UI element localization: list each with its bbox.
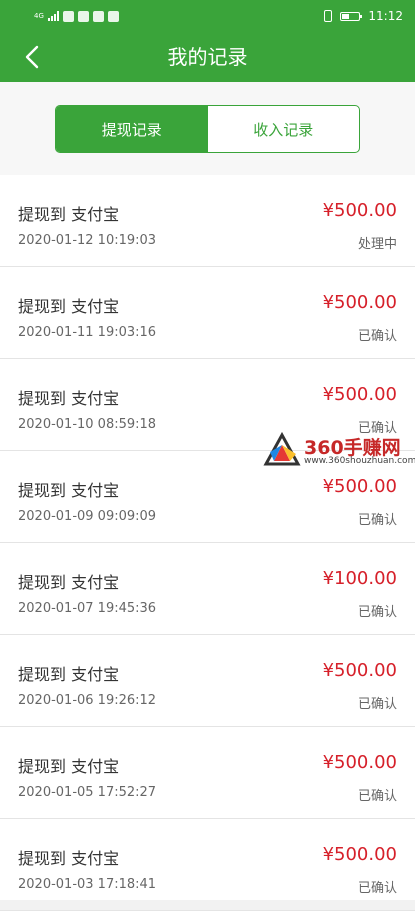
record-title: 提现到 支付宝 (18, 389, 120, 408)
list-item[interactable]: 提现到 支付宝 2020-01-12 10:19:03 ¥500.00 处理中 (0, 175, 415, 267)
record-time: 2020-01-11 19:03:16 (18, 325, 157, 340)
status-bar-right: 11:12 (324, 9, 403, 23)
record-title: 提现到 支付宝 (18, 573, 120, 592)
record-time: 2020-01-07 19:45:36 (18, 601, 157, 616)
vibrate-icon (324, 10, 333, 22)
list-item[interactable]: 提现到 支付宝 2020-01-07 19:45:36 ¥100.00 已确认 (0, 543, 415, 635)
record-status: 已确认 (357, 421, 397, 436)
record-status: 已确认 (357, 881, 397, 896)
record-status: 已确认 (357, 513, 397, 528)
record-title: 提现到 支付宝 (18, 757, 120, 776)
list-item[interactable]: 提现到 支付宝 2020-01-10 08:59:18 ¥500.00 已确认 (0, 359, 415, 451)
record-title: 提现到 支付宝 (18, 205, 120, 224)
record-status: 处理中 (357, 237, 397, 252)
record-amount: ¥100.00 (322, 568, 397, 589)
record-time: 2020-01-12 10:19:03 (18, 233, 157, 248)
list-item[interactable]: 提现到 支付宝 2020-01-05 17:52:27 ¥500.00 已确认 (0, 727, 415, 819)
segmented-tabs: 提现记录 收入记录 (55, 105, 360, 153)
record-amount: ¥500.00 (322, 844, 397, 865)
notification-app-icon (92, 10, 104, 22)
record-amount: ¥500.00 (322, 292, 397, 313)
list-item[interactable]: 提现到 支付宝 2020-01-03 17:18:41 ¥500.00 已确认 (0, 819, 415, 911)
tabs-area: 提现记录 收入记录 (0, 82, 415, 175)
record-time: 2020-01-10 08:59:18 (18, 417, 157, 432)
tab-income-records[interactable]: 收入记录 (208, 106, 360, 152)
record-status: 已确认 (357, 329, 397, 344)
page-title: 我的记录 (167, 45, 248, 69)
record-status: 已确认 (357, 697, 397, 712)
record-title: 提现到 支付宝 (18, 481, 120, 500)
record-amount: ¥500.00 (322, 660, 397, 681)
status-time: 11:12 (368, 9, 403, 23)
record-title: 提现到 支付宝 (18, 849, 120, 868)
record-status: 已确认 (357, 789, 397, 804)
record-amount: ¥500.00 (322, 384, 397, 405)
list-item[interactable]: 提现到 支付宝 2020-01-09 09:09:09 ¥500.00 已确认 (0, 451, 415, 543)
network-type-label: 4G (34, 12, 44, 20)
notification-app-icon (77, 10, 89, 22)
nav-bar: 我的记录 (0, 32, 415, 82)
status-bar: 4G 11:12 (0, 0, 415, 32)
record-title: 提现到 支付宝 (18, 665, 120, 684)
tab-withdraw-records[interactable]: 提现记录 (56, 106, 208, 152)
record-amount: ¥500.00 (322, 200, 397, 221)
record-time: 2020-01-05 17:52:27 (18, 785, 157, 800)
notification-app-icon (62, 10, 74, 22)
battery-icon (340, 11, 363, 21)
list-item[interactable]: 提现到 支付宝 2020-01-11 19:03:16 ¥500.00 已确认 (0, 267, 415, 359)
record-time: 2020-01-09 09:09:09 (18, 509, 157, 524)
record-time: 2020-01-03 17:18:41 (18, 877, 157, 892)
notification-app-icon (107, 10, 119, 22)
record-time: 2020-01-06 19:26:12 (18, 693, 157, 708)
record-amount: ¥500.00 (322, 752, 397, 773)
records-list: 提现到 支付宝 2020-01-12 10:19:03 ¥500.00 处理中 … (0, 175, 415, 911)
list-item[interactable]: 提现到 支付宝 2020-01-06 19:26:12 ¥500.00 已确认 (0, 635, 415, 727)
signal-icon (47, 11, 59, 21)
record-title: 提现到 支付宝 (18, 297, 120, 316)
status-bar-left: 4G (34, 10, 119, 22)
record-status: 已确认 (357, 605, 397, 620)
record-amount: ¥500.00 (322, 476, 397, 497)
